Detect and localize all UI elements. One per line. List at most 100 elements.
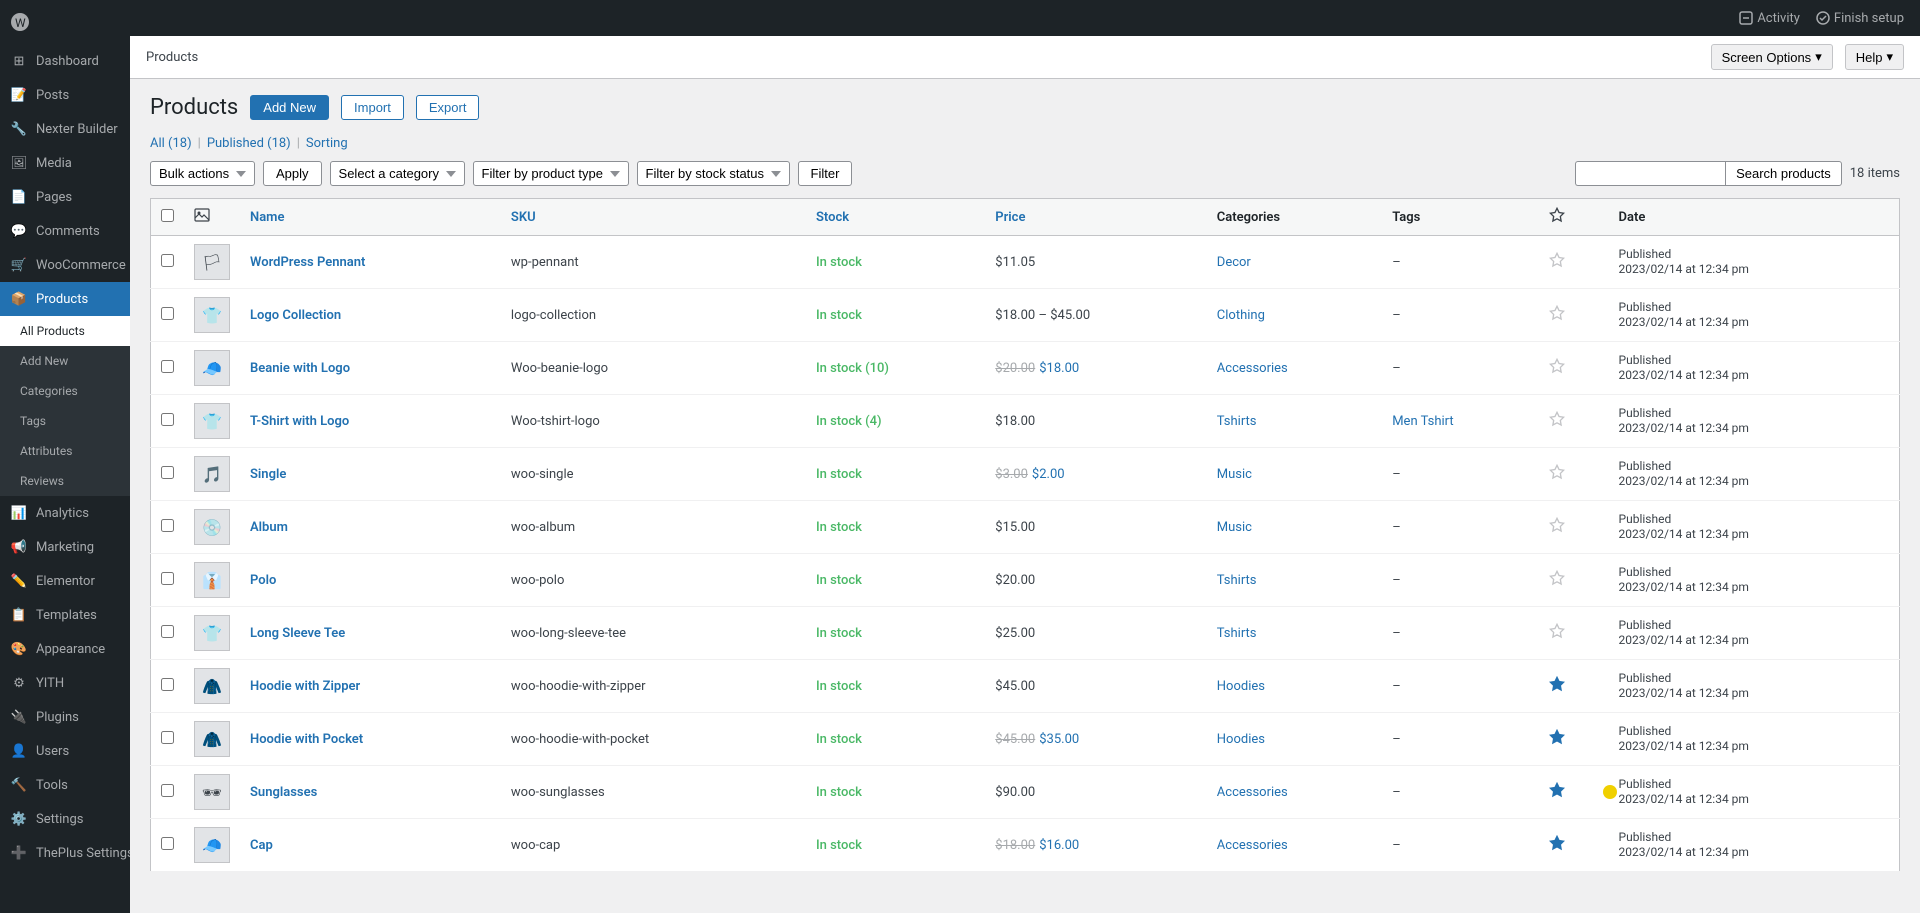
add-new-button[interactable]: Add New [250,95,329,120]
product-name-link[interactable]: Single [250,467,286,482]
featured-star-button[interactable] [1549,358,1565,379]
row-checkbox[interactable] [161,784,174,797]
product-name-link[interactable]: Album [250,520,288,535]
sidebar-item-posts[interactable]: 📝 Posts [0,78,130,112]
name-col-header[interactable]: Name [240,199,501,236]
price-col-header[interactable]: Price [985,199,1207,236]
apply-button[interactable]: Apply [263,161,322,186]
sidebar-subitem-tags[interactable]: Tags [0,406,130,436]
product-name-link[interactable]: Polo [250,573,276,588]
product-name-link[interactable]: Beanie with Logo [250,361,350,376]
product-name-link[interactable]: WordPress Pennant [250,255,365,270]
sidebar-item-nexter[interactable]: 🔧 Nexter Builder [0,112,130,146]
screen-options-button[interactable]: Screen Options ▾ [1711,44,1833,70]
tag-link[interactable]: Men Tshirt [1392,414,1453,429]
sidebar-item-templates[interactable]: 📋 Templates [0,598,130,632]
featured-star-button[interactable] [1549,782,1565,803]
row-checkbox[interactable] [161,678,174,691]
product-type-filter-select[interactable]: Filter by product type [473,161,629,186]
activity-button[interactable]: Activity [1739,11,1800,26]
bulk-actions-select[interactable]: Bulk actions [150,161,255,186]
product-name-link[interactable]: Hoodie with Pocket [250,732,363,747]
category-link[interactable]: Hoodies [1217,732,1265,747]
sidebar-item-dashboard[interactable]: ⊞ Dashboard [0,44,130,78]
select-all-checkbox[interactable] [161,209,174,222]
search-button[interactable]: Search products [1725,161,1842,186]
category-link[interactable]: Decor [1217,255,1251,270]
category-filter-select[interactable]: Select a category [330,161,465,186]
sidebar-item-settings[interactable]: ⚙️ Settings [0,802,130,836]
row-checkbox[interactable] [161,625,174,638]
category-link[interactable]: Music [1217,520,1252,535]
row-checkbox[interactable] [161,837,174,850]
product-stock: In stock [806,766,985,819]
featured-star-button[interactable] [1549,464,1565,485]
row-checkbox[interactable] [161,572,174,585]
product-name-link[interactable]: Sunglasses [250,785,317,800]
sidebar-item-plugins[interactable]: 🔌 Plugins [0,700,130,734]
export-button[interactable]: Export [416,95,480,120]
product-name-link[interactable]: Hoodie with Zipper [250,679,360,694]
sku-col-header[interactable]: SKU [501,199,806,236]
row-checkbox[interactable] [161,307,174,320]
sidebar-item-yith[interactable]: ⚙ YITH [0,666,130,700]
row-checkbox[interactable] [161,360,174,373]
filter-link-all[interactable]: All (18) [150,136,192,151]
sidebar-subitem-attributes[interactable]: Attributes [0,436,130,466]
sidebar-item-appearance[interactable]: 🎨 Appearance [0,632,130,666]
featured-star-button[interactable] [1549,835,1565,856]
filter-button[interactable]: Filter [798,161,853,186]
sidebar-item-woocommerce[interactable]: 🛒 WooCommerce [0,248,130,282]
category-link[interactable]: Clothing [1217,308,1265,323]
product-name-link[interactable]: Logo Collection [250,308,341,323]
featured-star-button[interactable] [1549,252,1565,273]
product-name-link[interactable]: Long Sleeve Tee [250,626,345,641]
sidebar-item-pages[interactable]: 📄 Pages [0,180,130,214]
sidebar-item-products[interactable]: 📦 Products [0,282,130,316]
sidebar-subitem-categories[interactable]: Categories [0,376,130,406]
featured-star-button[interactable] [1549,411,1565,432]
featured-star-button[interactable] [1549,517,1565,538]
category-link[interactable]: Tshirts [1217,414,1257,429]
row-checkbox[interactable] [161,519,174,532]
table-row: 👔 Polo Edit|Quick Edit|Trash|View|Duplic… [151,554,1900,607]
category-link[interactable]: Tshirts [1217,626,1257,641]
category-link[interactable]: Music [1217,467,1252,482]
stock-col-header[interactable]: Stock [806,199,985,236]
product-name-link[interactable]: T-Shirt with Logo [250,414,349,429]
sidebar-item-analytics[interactable]: 📊 Analytics [0,496,130,530]
featured-star-button[interactable] [1549,729,1565,750]
row-checkbox[interactable] [161,731,174,744]
stock-status-filter-select[interactable]: Filter by stock status [637,161,790,186]
category-link[interactable]: Accessories [1217,361,1288,376]
category-link[interactable]: Accessories [1217,838,1288,853]
sidebar-subitem-all-products[interactable]: All Products [0,316,130,346]
featured-star-button[interactable] [1549,570,1565,591]
search-input[interactable] [1575,161,1725,186]
help-button[interactable]: Help ▾ [1845,44,1904,70]
category-link[interactable]: Hoodies [1217,679,1265,694]
sidebar-item-tools[interactable]: 🔨 Tools [0,768,130,802]
featured-star-button[interactable] [1549,676,1565,697]
sidebar-subitem-add-new[interactable]: Add New [0,346,130,376]
star-icon [1549,835,1565,851]
filter-link-sorting[interactable]: Sorting [306,136,348,151]
featured-star-button[interactable] [1549,623,1565,644]
category-link[interactable]: Accessories [1217,785,1288,800]
row-checkbox[interactable] [161,413,174,426]
sidebar-item-elementor[interactable]: ✏️ Elementor [0,564,130,598]
category-link[interactable]: Tshirts [1217,573,1257,588]
sidebar-subitem-reviews[interactable]: Reviews [0,466,130,496]
sidebar-item-comments[interactable]: 💬 Comments [0,214,130,248]
sidebar-item-marketing[interactable]: 📢 Marketing [0,530,130,564]
row-checkbox[interactable] [161,466,174,479]
import-button[interactable]: Import [341,95,404,120]
row-checkbox[interactable] [161,254,174,267]
sidebar-item-users[interactable]: 👤 Users [0,734,130,768]
sidebar-item-media[interactable]: 🖼 Media [0,146,130,180]
finish-setup-button[interactable]: Finish setup [1816,11,1904,26]
filter-link-published[interactable]: Published (18) [207,136,291,151]
sidebar-item-theplus[interactable]: ➕ ThePlus Settings [0,836,130,870]
featured-star-button[interactable] [1549,305,1565,326]
product-name-link[interactable]: Cap [250,838,273,853]
